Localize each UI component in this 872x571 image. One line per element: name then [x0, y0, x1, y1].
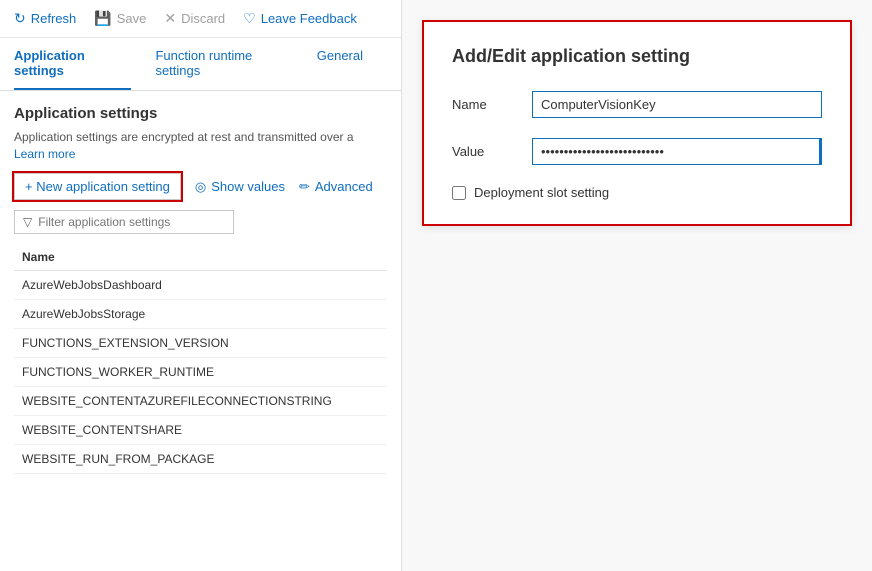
filter-input[interactable] — [38, 215, 225, 229]
discard-icon: ✕ — [164, 10, 176, 27]
value-input[interactable] — [532, 138, 822, 165]
filter-icon: ▽ — [23, 215, 32, 229]
column-header-name: Name — [14, 244, 387, 271]
setting-name-cell: WEBSITE_CONTENTSHARE — [14, 416, 387, 445]
table-row[interactable]: AzureWebJobsStorage — [14, 300, 387, 329]
save-button[interactable]: 💾 Save — [94, 10, 146, 27]
setting-name-cell: AzureWebJobsDashboard — [14, 271, 387, 300]
dialog-title: Add/Edit application setting — [452, 46, 822, 67]
value-row: Value — [452, 138, 822, 165]
pencil-icon: ✏ — [299, 179, 310, 195]
toolbar: ↻ Refresh 💾 Save ✕ Discard ♡ Leave Feedb… — [0, 0, 401, 38]
setting-name-cell: FUNCTIONS_WORKER_RUNTIME — [14, 358, 387, 387]
refresh-button[interactable]: ↻ Refresh — [14, 10, 76, 27]
value-label: Value — [452, 144, 532, 159]
eye-icon: ◎ — [195, 179, 206, 195]
add-edit-dialog: Add/Edit application setting Name Value … — [422, 20, 852, 226]
action-bar: + New application setting ◎ Show values … — [14, 173, 387, 200]
table-row[interactable]: WEBSITE_CONTENTAZUREFILECONNECTIONSTRING — [14, 387, 387, 416]
deployment-slot-checkbox[interactable] — [452, 186, 466, 200]
feedback-button[interactable]: ♡ Leave Feedback — [243, 10, 357, 27]
setting-name-cell: AzureWebJobsStorage — [14, 300, 387, 329]
deployment-slot-row: Deployment slot setting — [452, 185, 822, 200]
table-row[interactable]: AzureWebJobsDashboard — [14, 271, 387, 300]
setting-name-cell: WEBSITE_RUN_FROM_PACKAGE — [14, 445, 387, 474]
settings-table: Name AzureWebJobsDashboardAzureWebJobsSt… — [14, 244, 387, 474]
advanced-button[interactable]: ✏ Advanced — [299, 179, 373, 195]
table-row[interactable]: WEBSITE_RUN_FROM_PACKAGE — [14, 445, 387, 474]
table-row[interactable]: WEBSITE_CONTENTSHARE — [14, 416, 387, 445]
main-content: Application settings Application setting… — [0, 91, 401, 571]
right-panel: Add/Edit application setting Name Value … — [402, 0, 872, 571]
tab-function-runtime[interactable]: Function runtime settings — [155, 38, 292, 90]
setting-name-cell: WEBSITE_CONTENTAZUREFILECONNECTIONSTRING — [14, 387, 387, 416]
heart-icon: ♡ — [243, 10, 256, 27]
save-icon: 💾 — [94, 10, 111, 27]
show-values-button[interactable]: ◎ Show values — [195, 179, 285, 195]
tab-application-settings[interactable]: Application settings — [14, 38, 131, 90]
new-application-setting-button[interactable]: + New application setting — [14, 173, 181, 200]
section-desc: Application settings are encrypted at re… — [14, 130, 387, 144]
section-title: Application settings — [14, 105, 387, 122]
setting-name-cell: FUNCTIONS_EXTENSION_VERSION — [14, 329, 387, 358]
name-input[interactable] — [532, 91, 822, 118]
name-row: Name — [452, 91, 822, 118]
refresh-icon: ↻ — [14, 10, 26, 27]
filter-bar: ▽ — [14, 210, 234, 234]
discard-button[interactable]: ✕ Discard — [164, 10, 225, 27]
table-row[interactable]: FUNCTIONS_EXTENSION_VERSION — [14, 329, 387, 358]
deployment-slot-label[interactable]: Deployment slot setting — [474, 185, 609, 200]
name-label: Name — [452, 97, 532, 112]
left-panel: ↻ Refresh 💾 Save ✕ Discard ♡ Leave Feedb… — [0, 0, 402, 571]
learn-more-link[interactable]: Learn more — [14, 147, 75, 161]
tab-general[interactable]: General — [317, 38, 363, 90]
table-row[interactable]: FUNCTIONS_WORKER_RUNTIME — [14, 358, 387, 387]
tabs: Application settings Function runtime se… — [0, 38, 401, 91]
